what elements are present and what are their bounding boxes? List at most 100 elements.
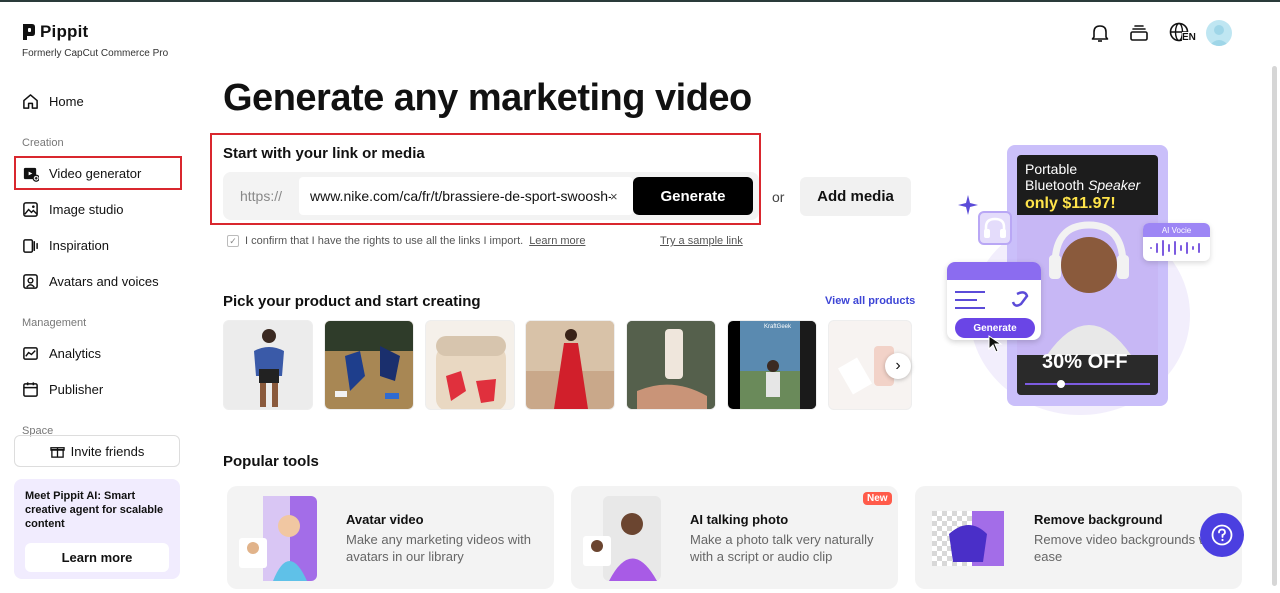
- image-plus-icon: [23, 201, 38, 217]
- product-thumbnail[interactable]: KraftGeek: [727, 320, 817, 410]
- product-thumbnail[interactable]: [525, 320, 615, 410]
- confirm-learn-more-link[interactable]: Learn more: [529, 235, 585, 247]
- sidebar-item-inspiration[interactable]: Inspiration: [14, 228, 182, 262]
- section-label-creation: Creation: [22, 137, 64, 149]
- invite-friends-button[interactable]: Invite friends: [14, 435, 180, 467]
- talking-photo-thumbnail: [583, 496, 661, 581]
- hero-generate-card-header: [947, 262, 1041, 280]
- brand-name: Pippit: [40, 22, 89, 41]
- try-sample-link[interactable]: Try a sample link: [660, 235, 743, 247]
- or-label: or: [772, 189, 785, 205]
- product-image: [526, 321, 614, 409]
- clear-icon[interactable]: ×: [610, 189, 618, 204]
- product-thumbnail[interactable]: [626, 320, 716, 410]
- page-title: Generate any marketing video: [223, 77, 752, 119]
- url-prefix: https://: [239, 188, 283, 204]
- sidebar-item-avatars-and-voices[interactable]: Avatars and voices: [14, 264, 182, 298]
- sidebar-item-label: Analytics: [49, 345, 102, 361]
- sidebar-item-label: Image studio: [49, 201, 124, 217]
- sidebar-item-label: Home: [49, 93, 84, 109]
- headphones-chip: [978, 211, 1012, 245]
- avatar-icon: [23, 273, 38, 289]
- calendar-icon: [23, 381, 38, 397]
- tool-card-ai-talking-photo[interactable]: New AI talking photo Make a photo talk v…: [571, 486, 898, 589]
- carousel-next-button[interactable]: ›: [885, 353, 911, 379]
- pippit-logo-icon: [23, 24, 35, 40]
- url-field: https:// × Generate: [223, 172, 759, 220]
- tool-card-remove-background[interactable]: Remove background Remove video backgroun…: [915, 486, 1242, 589]
- inspiration-icon: [23, 238, 38, 253]
- sidebar-item-publisher[interactable]: Publisher: [14, 372, 182, 406]
- product-image: [740, 321, 816, 409]
- promo-text: Meet Pippit AI: Smart creative agent for…: [25, 490, 164, 530]
- hero-voice-card: AI Vocie: [1143, 223, 1210, 261]
- link-section-label: Start with your link or media: [223, 145, 425, 162]
- sidebar: Pippit Formerly CapCut Commerce Pro Home…: [0, 0, 196, 593]
- avatar-video-thumbnail: [239, 496, 317, 581]
- brand-logo[interactable]: Pippit: [22, 22, 88, 42]
- language-code: EN: [1182, 32, 1196, 43]
- sidebar-item-home[interactable]: Home: [14, 84, 182, 118]
- add-media-button[interactable]: Add media: [800, 177, 911, 216]
- hero-illustration: Portable Bluetooth Speaker only $11.97! …: [940, 145, 1215, 415]
- hero-product-title: Portable Bluetooth Speaker: [1025, 161, 1140, 193]
- gift-icon: [49, 446, 65, 458]
- user-avatar[interactable]: [1206, 20, 1232, 46]
- sidebar-item-analytics[interactable]: Analytics: [14, 336, 182, 370]
- user-avatar-icon: [1209, 25, 1229, 46]
- generate-button[interactable]: Generate: [633, 177, 753, 215]
- sidebar-item-label: Inspiration: [49, 237, 109, 253]
- hero-line1: Portable: [1025, 161, 1078, 177]
- product-image: [325, 321, 413, 399]
- rights-checkbox[interactable]: ✓: [227, 235, 239, 247]
- sidebar-item-video-generator[interactable]: Video generator: [14, 156, 182, 190]
- chevron-right-icon: ›: [895, 357, 901, 374]
- popular-tools-title: Popular tools: [223, 453, 319, 470]
- product-thumbnail[interactable]: [425, 320, 515, 410]
- waveform-icon: [1150, 240, 1200, 256]
- remove-background-thumbnail: [932, 511, 1004, 566]
- page-scrollbar[interactable]: [1272, 66, 1277, 586]
- sidebar-item-image-studio[interactable]: Image studio: [14, 192, 182, 226]
- hero-price: only $11.97!: [1025, 195, 1116, 212]
- product-image: [436, 336, 506, 409]
- link-lines-icon: [955, 291, 1029, 309]
- view-all-products-link[interactable]: View all products: [825, 295, 915, 307]
- help-button[interactable]: [1200, 513, 1244, 557]
- tool-name: Remove background: [1034, 512, 1163, 527]
- rights-confirmation: ✓ I confirm that I have the rights to us…: [227, 235, 585, 247]
- headphones-icon: [984, 217, 1006, 238]
- confirm-text: I confirm that I have the rights to use …: [245, 235, 524, 247]
- tool-name: AI talking photo: [690, 512, 789, 527]
- invite-label: Invite friends: [70, 443, 145, 459]
- brand-subtitle: Formerly CapCut Commerce Pro: [22, 48, 169, 59]
- tool-card-avatar-video[interactable]: Avatar video Make any marketing videos w…: [227, 486, 554, 589]
- products-title: Pick your product and start creating: [223, 293, 481, 310]
- product-image: [627, 321, 715, 409]
- hero-line2a: Bluetooth: [1025, 177, 1089, 193]
- home-icon: [23, 93, 38, 109]
- hero-discount: 30% OFF: [1042, 351, 1128, 373]
- sidebar-item-label: Avatars and voices: [49, 273, 159, 289]
- product-thumbnail[interactable]: [223, 320, 313, 410]
- section-label-management: Management: [22, 317, 87, 329]
- product-thumbnail[interactable]: [324, 320, 414, 410]
- question-icon: [1211, 524, 1233, 546]
- product-image: [254, 329, 284, 407]
- url-input[interactable]: [299, 177, 633, 215]
- bell-icon[interactable]: [1089, 22, 1111, 44]
- new-badge: New: [863, 492, 892, 505]
- hero-voice-label: AI Vocie: [1143, 223, 1210, 237]
- thumbnail-label: KraftGeek: [764, 324, 792, 330]
- video-plus-icon: [23, 167, 39, 182]
- stack-icon[interactable]: [1128, 22, 1150, 44]
- analytics-icon: [23, 346, 38, 360]
- sidebar-item-label: Publisher: [49, 381, 104, 397]
- language-selector[interactable]: EN: [1168, 21, 1198, 47]
- promo-card: Meet Pippit AI: Smart creative agent for…: [14, 479, 180, 579]
- cursor-icon: [988, 335, 1003, 353]
- hero-line2b: Speaker: [1088, 177, 1141, 193]
- learn-more-button[interactable]: Learn more: [25, 543, 169, 572]
- tool-desc: Make any marketing videos with avatars i…: [346, 532, 531, 564]
- sidebar-item-label: Video generator: [49, 165, 142, 181]
